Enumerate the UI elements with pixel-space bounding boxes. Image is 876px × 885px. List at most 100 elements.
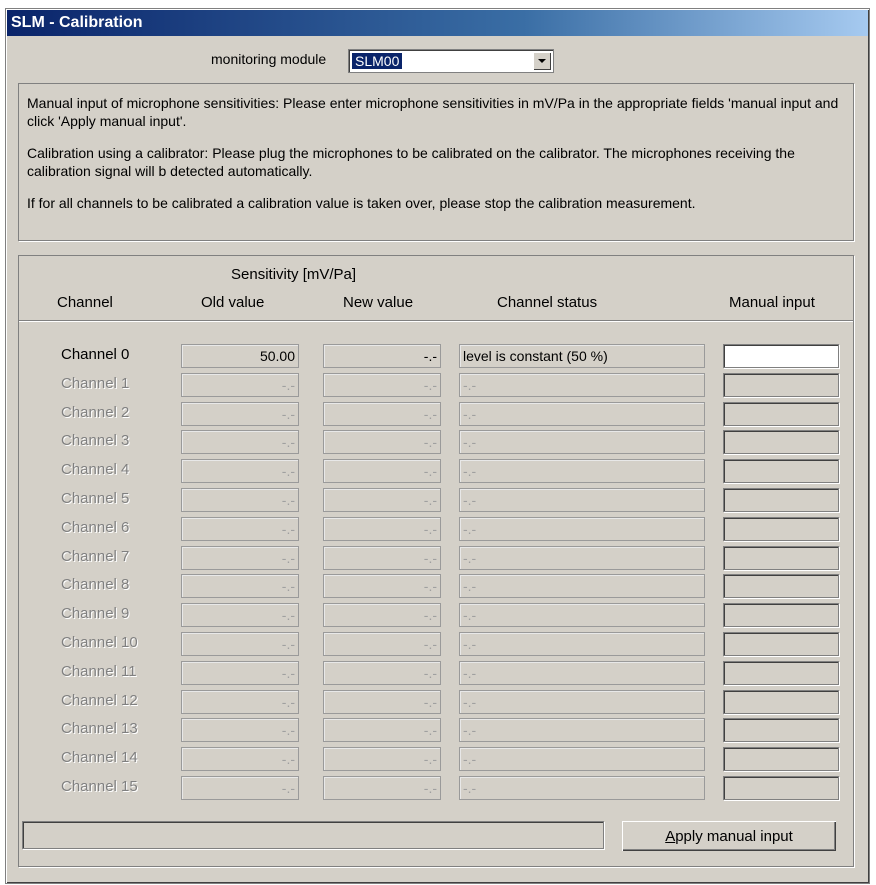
new-value-field: -.- — [323, 603, 441, 627]
old-value-field: -.- — [181, 661, 299, 685]
channel-label: Channel 10 — [61, 634, 138, 651]
channel-label: Channel 2 — [61, 404, 130, 421]
channel-status-field: -.- — [459, 690, 705, 714]
manual-input-field[interactable] — [723, 488, 839, 512]
window-title: SLM - Calibration — [7, 10, 868, 36]
old-value-field: -.- — [181, 402, 299, 426]
new-value-field: -.- — [323, 402, 441, 426]
calibration-window: SLM - Calibration monitoring module SLM0… — [5, 8, 870, 884]
channel-label: Channel 9 — [61, 605, 130, 622]
channel-grid: Sensitivity [mV/Pa] Channel Old value Ne… — [18, 255, 854, 867]
channel-label: Channel 13 — [61, 720, 138, 737]
manual-input-field[interactable] — [723, 661, 839, 685]
manual-input-field[interactable] — [723, 574, 839, 598]
monitoring-module-value: SLM00 — [350, 52, 404, 70]
channel-status-field: -.- — [459, 373, 705, 397]
channel-status-field: -.- — [459, 402, 705, 426]
new-value-field: -.- — [323, 747, 441, 771]
instructions-panel: Manual input of microphone sensitivities… — [18, 83, 854, 241]
column-header-channel-status: Channel status — [497, 294, 598, 311]
manual-input-field[interactable] — [723, 344, 839, 368]
new-value-field: -.- — [323, 373, 441, 397]
channel-status-field: -.- — [459, 776, 705, 800]
manual-input-field[interactable] — [723, 776, 839, 800]
channel-status-field: -.- — [459, 459, 705, 483]
channel-status-field: -.- — [459, 632, 705, 656]
old-value-field: -.- — [181, 430, 299, 454]
old-value-field: -.- — [181, 373, 299, 397]
channel-label: Channel 4 — [61, 461, 130, 478]
channel-status-field: -.- — [459, 517, 705, 541]
column-header-new-value: New value — [343, 294, 414, 311]
old-value-field: 50.00 — [181, 344, 299, 368]
old-value-field: -.- — [181, 603, 299, 627]
channel-status-field: -.- — [459, 661, 705, 685]
new-value-field: -.- — [323, 546, 441, 570]
manual-input-field[interactable] — [723, 690, 839, 714]
channel-label: Channel 14 — [61, 749, 138, 766]
channel-status-field: -.- — [459, 603, 705, 627]
manual-input-field[interactable] — [723, 402, 839, 426]
new-value-field: -.- — [323, 430, 441, 454]
channel-label: Channel 0 — [61, 346, 130, 363]
manual-input-field[interactable] — [723, 517, 839, 541]
new-value-field: -.- — [323, 718, 441, 742]
channel-label: Channel 15 — [61, 778, 138, 795]
channel-status-field: -.- — [459, 574, 705, 598]
old-value-field: -.- — [181, 718, 299, 742]
channel-label: Channel 6 — [61, 519, 130, 536]
new-value-field: -.- — [323, 574, 441, 598]
manual-input-field[interactable] — [723, 373, 839, 397]
instructions-calibrator-text: Calibration using a calibrator: Please p… — [27, 145, 795, 179]
manual-input-field[interactable] — [723, 747, 839, 771]
column-header-channel: Channel — [57, 294, 113, 311]
channel-status-field: -.- — [459, 430, 705, 454]
new-value-field: -.- — [323, 776, 441, 800]
apply-manual-input-button[interactable]: Apply manual input — [622, 821, 836, 851]
old-value-field: -.- — [181, 488, 299, 512]
channel-label: Channel 1 — [61, 375, 130, 392]
new-value-field: -.- — [323, 459, 441, 483]
new-value-field: -.- — [323, 344, 441, 368]
status-bar — [22, 821, 604, 849]
new-value-field: -.- — [323, 488, 441, 512]
chevron-down-icon[interactable] — [533, 52, 551, 70]
column-header-old-value: Old value — [201, 294, 265, 311]
column-header-manual-input: Manual input — [729, 294, 815, 311]
channel-status-field: level is constant (50 %) — [459, 344, 705, 368]
new-value-field: -.- — [323, 661, 441, 685]
old-value-field: -.- — [181, 776, 299, 800]
manual-input-field[interactable] — [723, 718, 839, 742]
channel-label: Channel 5 — [61, 490, 130, 507]
instructions-stop-text: If for all channels to be calibrated a c… — [27, 195, 696, 211]
old-value-field: -.- — [181, 546, 299, 570]
monitoring-module-label: monitoring module — [211, 51, 327, 67]
channel-label: Channel 12 — [61, 692, 138, 709]
header-divider — [19, 320, 853, 322]
channel-status-field: -.- — [459, 747, 705, 771]
new-value-field: -.- — [323, 517, 441, 541]
sensitivity-header: Sensitivity [mV/Pa] — [231, 266, 357, 283]
channel-label: Channel 3 — [61, 432, 130, 449]
manual-input-field[interactable] — [723, 546, 839, 570]
channel-label: Channel 7 — [61, 548, 130, 565]
channel-status-field: -.- — [459, 546, 705, 570]
manual-input-field[interactable] — [723, 632, 839, 656]
channel-status-field: -.- — [459, 488, 705, 512]
old-value-field: -.- — [181, 574, 299, 598]
old-value-field: -.- — [181, 747, 299, 771]
channel-status-field: -.- — [459, 718, 705, 742]
manual-input-field[interactable] — [723, 459, 839, 483]
manual-input-field[interactable] — [723, 430, 839, 454]
monitoring-module-select[interactable]: SLM00 — [348, 49, 554, 73]
old-value-field: -.- — [181, 632, 299, 656]
new-value-field: -.- — [323, 690, 441, 714]
channel-label: Channel 8 — [61, 576, 130, 593]
new-value-field: -.- — [323, 632, 441, 656]
manual-input-field[interactable] — [723, 603, 839, 627]
old-value-field: -.- — [181, 517, 299, 541]
channel-label: Channel 11 — [61, 663, 137, 680]
old-value-field: -.- — [181, 459, 299, 483]
instructions-manual-text: Manual input of microphone sensitivities… — [27, 95, 839, 129]
old-value-field: -.- — [181, 690, 299, 714]
